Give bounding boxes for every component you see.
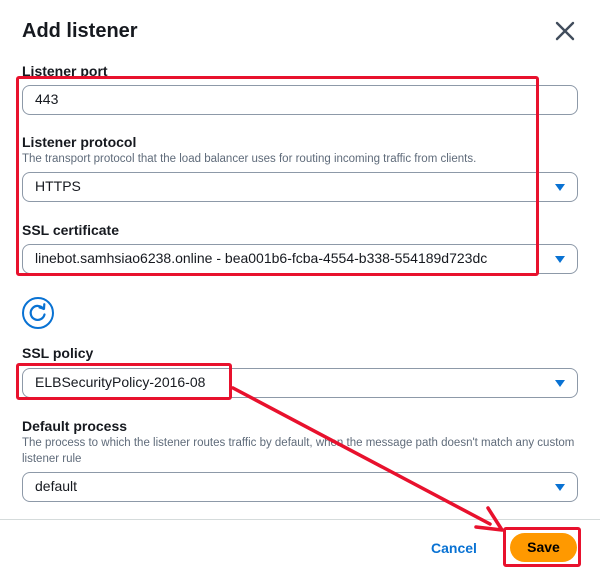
ssl-certificate-value: linebot.samhsiao6238.online - bea001b6-f… [35, 250, 488, 266]
default-process-description: The process to which the listener routes… [22, 437, 575, 465]
dialog-title: Add listener [22, 20, 138, 42]
add-listener-dialog: Add listener Listener port 443 Listener … [0, 0, 600, 575]
caret-down-icon [555, 184, 565, 191]
refresh-certificates-button[interactable] [22, 297, 54, 329]
ssl-certificate-select[interactable]: linebot.samhsiao6238.online - bea001b6-f… [22, 244, 578, 274]
footer-divider [0, 519, 600, 520]
listener-protocol-value: HTTPS [35, 178, 81, 194]
caret-down-icon [555, 484, 565, 491]
close-icon[interactable] [552, 18, 578, 44]
ssl-policy-select[interactable]: ELBSecurityPolicy-2016-08 [22, 368, 578, 398]
default-process-select[interactable]: default [22, 472, 578, 502]
ssl-policy-value: ELBSecurityPolicy-2016-08 [35, 374, 206, 390]
caret-down-icon [555, 380, 565, 387]
ssl-certificate-label: SSL certificate [22, 222, 120, 238]
cancel-button[interactable]: Cancel [424, 537, 484, 559]
listener-port-label: Listener port [22, 63, 108, 79]
ssl-policy-label: SSL policy [22, 345, 94, 361]
listener-protocol-select[interactable]: HTTPS [22, 172, 578, 202]
listener-port-value: 443 [35, 91, 59, 107]
save-button[interactable]: Save [510, 533, 577, 562]
caret-down-icon [555, 256, 565, 263]
listener-protocol-label: Listener protocol [22, 134, 137, 150]
default-process-label: Default process [22, 418, 128, 434]
refresh-icon [29, 303, 46, 321]
listener-port-input[interactable]: 443 [22, 85, 578, 115]
listener-protocol-description: The transport protocol that the load bal… [22, 153, 477, 165]
dialog-header: Add listener [22, 18, 582, 46]
default-process-value: default [35, 478, 78, 494]
